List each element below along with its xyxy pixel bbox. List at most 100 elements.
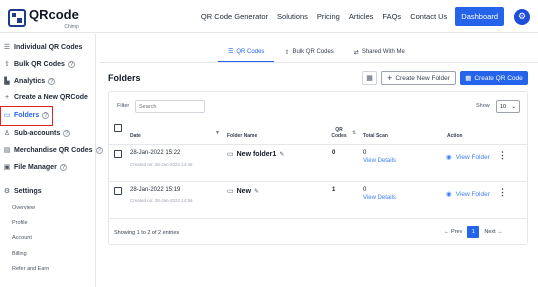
- settings-profile[interactable]: Profile: [12, 220, 28, 226]
- scan-count: 0: [363, 187, 367, 193]
- column-header-date[interactable]: Date: [130, 133, 141, 139]
- tab-label: QR Codes: [236, 48, 265, 55]
- scan-count: 0: [363, 150, 367, 156]
- nav-pricing[interactable]: Pricing: [317, 12, 340, 21]
- page-title: Folders: [108, 73, 141, 83]
- filter-label: Filter: [117, 103, 130, 109]
- view-details-link[interactable]: View Details: [363, 158, 396, 164]
- sidebar-item-label: Bulk QR Codes: [14, 60, 65, 68]
- grid-icon: ▦: [366, 75, 373, 82]
- folder-name-cell[interactable]: ▭ New ✎: [227, 187, 259, 196]
- folder-name: New: [236, 187, 252, 195]
- help-icon[interactable]: ?: [63, 129, 71, 137]
- help-icon[interactable]: ?: [67, 60, 75, 68]
- top-navbar: QRcode Chimp QR Code Generator Solutions…: [0, 0, 538, 33]
- view-folder-link[interactable]: ◉ View Folder: [446, 190, 490, 199]
- help-icon[interactable]: ?: [42, 111, 50, 119]
- create-new-folder-button[interactable]: + Create New Folder: [381, 71, 456, 85]
- row-checkbox[interactable]: [114, 150, 122, 158]
- tabs: ☰ QR Codes ⇧ Bulk QR Codes ⇄ Shared With…: [218, 48, 415, 62]
- tab-bulk-qr-codes[interactable]: ⇧ Bulk QR Codes: [274, 48, 343, 62]
- select-all-checkbox[interactable]: [114, 124, 122, 132]
- users-icon: ♙: [3, 130, 11, 137]
- qr-count: 0: [332, 150, 336, 156]
- view-folder-label: View Folder: [455, 153, 490, 161]
- list-icon: ☰: [228, 49, 234, 55]
- sort-icon[interactable]: ▼: [215, 130, 220, 136]
- sidebar-item-folders[interactable]: ▭ Folders ?: [3, 111, 50, 119]
- file-icon: ▣: [3, 164, 11, 171]
- next-button[interactable]: Next →: [484, 229, 502, 235]
- tab-label: Bulk QR Codes: [292, 49, 334, 55]
- logo[interactable]: QRcode Chimp: [8, 6, 79, 30]
- row-created: Created on: 28-Jan-2022 14:56: [130, 198, 193, 203]
- nav-contact[interactable]: Contact Us: [410, 12, 447, 21]
- arrow-left-icon: ←: [444, 229, 450, 235]
- search-input[interactable]: [135, 100, 205, 113]
- qr-logo-icon: [8, 9, 26, 27]
- page-1-button[interactable]: 1: [467, 226, 480, 238]
- nav-articles[interactable]: Articles: [349, 12, 374, 21]
- tab-qr-codes[interactable]: ☰ QR Codes: [218, 48, 275, 62]
- row-date: 28-Jan-2022 15:22: [130, 150, 181, 156]
- sidebar-item-subaccounts[interactable]: ♙ Sub-accounts ?: [3, 129, 71, 137]
- row-date: 28-Jan-2022 15:19: [130, 187, 181, 193]
- sidebar-item-individual[interactable]: ☰ Individual QR Codes: [3, 43, 83, 52]
- table-header-divider: [108, 144, 528, 145]
- plus-icon: +: [387, 73, 393, 83]
- merch-icon: ▤: [3, 147, 11, 154]
- view-details-link[interactable]: View Details: [363, 195, 396, 201]
- settings-overview[interactable]: Overview: [12, 205, 35, 211]
- sidebar-item-label: Settings: [14, 187, 42, 195]
- sidebar-item-create[interactable]: + Create a New QRCode: [3, 94, 88, 101]
- help-icon[interactable]: ?: [95, 146, 103, 154]
- prev-button[interactable]: ← Prev: [444, 229, 462, 235]
- settings-billing[interactable]: Billing: [12, 251, 27, 257]
- more-options-icon[interactable]: ⋮: [498, 187, 507, 198]
- sidebar-item-label: File Manager: [14, 163, 57, 171]
- help-icon[interactable]: ?: [59, 163, 67, 171]
- chevron-down-icon: ⌄: [511, 103, 516, 110]
- more-options-icon[interactable]: ⋮: [498, 150, 507, 161]
- sidebar: [0, 34, 96, 287]
- dashboard-button[interactable]: Dashboard: [455, 7, 504, 26]
- page-size-select[interactable]: 10 ⌄: [496, 100, 520, 113]
- sidebar-item-analytics[interactable]: ▙ Analytics ?: [3, 77, 56, 85]
- help-icon[interactable]: ?: [48, 77, 56, 85]
- plus-icon: +: [4, 94, 10, 101]
- settings-account[interactable]: Account: [12, 235, 32, 241]
- show-label: Show: [476, 103, 490, 109]
- button-label: Create New Folder: [395, 74, 450, 82]
- qr-icon: ▦: [465, 75, 472, 82]
- create-qr-code-button[interactable]: ▦ Create QR Code: [460, 71, 528, 85]
- edit-icon[interactable]: ✎: [279, 151, 284, 158]
- settings-refer[interactable]: Refer and Earn: [12, 266, 49, 272]
- sidebar-item-bulk[interactable]: ⇧ Bulk QR Codes ?: [3, 60, 75, 68]
- page-size-value: 10: [500, 103, 507, 110]
- folder-icon: ▭: [3, 112, 11, 119]
- row-divider: [108, 218, 528, 219]
- brand-name: QRcode: [29, 7, 79, 22]
- bar-chart-icon: ▙: [4, 78, 10, 85]
- next-label: Next: [484, 229, 496, 235]
- view-folder-link[interactable]: ◉ View Folder: [446, 153, 490, 162]
- button-label: Create QR Code: [474, 74, 523, 82]
- sidebar-item-merch[interactable]: ▤ Merchandise QR Codes ?: [3, 146, 103, 154]
- sidebar-item-settings[interactable]: ⚙ Settings: [3, 187, 42, 196]
- share-icon: ⇄: [353, 49, 359, 56]
- avatar[interactable]: ⚙: [514, 8, 530, 25]
- grid-view-button[interactable]: ▦: [362, 71, 377, 85]
- edit-icon[interactable]: ✎: [254, 188, 259, 195]
- sidebar-item-file-manager[interactable]: ▣ File Manager ?: [3, 163, 67, 171]
- eye-icon: ◉: [446, 154, 452, 161]
- row-checkbox[interactable]: [114, 187, 122, 195]
- nav-faqs[interactable]: FAQs: [382, 12, 401, 21]
- nav-qr-generator[interactable]: QR Code Generator: [201, 12, 268, 21]
- prev-label: Prev: [451, 229, 463, 235]
- folder-name-cell[interactable]: ▭ New folder1 ✎: [227, 150, 284, 159]
- tab-shared-with-me[interactable]: ⇄ Shared With Me: [344, 48, 415, 62]
- nav-solutions[interactable]: Solutions: [277, 12, 308, 21]
- upload-icon: ⇧: [284, 49, 290, 56]
- sort-icon[interactable]: ⇅: [352, 130, 356, 136]
- list-icon: ☰: [3, 44, 11, 51]
